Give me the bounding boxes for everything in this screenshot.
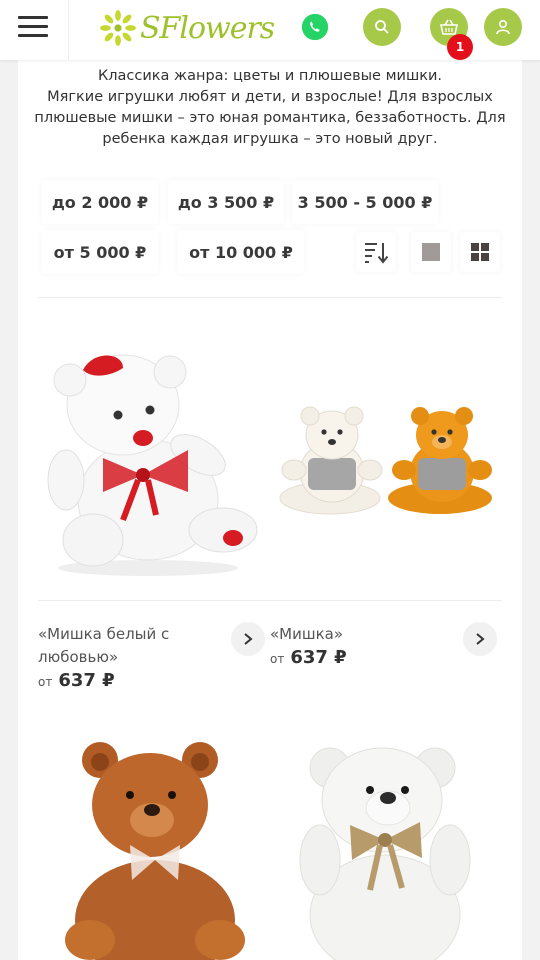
sort-button[interactable]	[356, 232, 396, 272]
product-name[interactable]: «Мишка белый с любовью»	[38, 623, 218, 669]
chevron-right-icon	[244, 633, 253, 645]
whatsapp-icon	[301, 13, 329, 41]
product-image-two-bears[interactable]	[270, 400, 500, 520]
user-icon	[496, 19, 510, 35]
single-view-icon	[422, 243, 440, 261]
filter-under-3500[interactable]: до 3 500 ₽	[168, 180, 284, 224]
page: SFlowers 1 Классика жанра: цветы и плюше…	[0, 0, 540, 960]
cart-count-badge: 1	[447, 34, 473, 60]
filter-over-10000[interactable]: от 10 000 ₽	[178, 230, 304, 274]
view-single-button[interactable]	[411, 232, 451, 272]
menu-icon[interactable]	[18, 16, 48, 40]
logo[interactable]: SFlowers	[100, 8, 275, 48]
header-divider	[68, 0, 69, 60]
price-prefix: от	[38, 675, 53, 689]
whatsapp-button[interactable]	[296, 8, 334, 46]
filter-under-2000[interactable]: до 2 000 ₽	[42, 180, 158, 224]
basket-icon	[440, 19, 458, 35]
sort-icon	[365, 243, 389, 264]
intro-line-2: Мягкие игрушки любят и дети, и взрослые!…	[34, 89, 506, 147]
product-image-white-plush-bear[interactable]	[290, 740, 480, 960]
intro-line-1: Классика жанра: цветы и плюшевые мишки.	[97, 68, 443, 84]
product-name[interactable]: «Мишка»	[270, 623, 450, 646]
search-button[interactable]	[363, 8, 401, 46]
category-description: Классика жанра: цветы и плюшевые мишки. …	[34, 66, 506, 150]
flower-logo-icon	[100, 10, 136, 46]
account-button[interactable]	[484, 8, 522, 46]
logo-text: SFlowers	[140, 10, 275, 46]
price-value: 637 ₽	[58, 670, 115, 691]
view-grid-button[interactable]	[460, 232, 500, 272]
filter-3500-5000[interactable]: 3 500 - 5 000 ₽	[292, 180, 438, 224]
product-details-button[interactable]	[463, 622, 497, 656]
grid-view-icon	[471, 243, 489, 261]
filter-over-5000[interactable]: от 5 000 ₽	[42, 230, 158, 274]
left-margin	[0, 60, 18, 960]
product-image-white-bear-love[interactable]	[38, 330, 264, 580]
chevron-right-icon	[476, 633, 485, 645]
divider	[38, 297, 502, 298]
search-icon	[375, 20, 389, 34]
divider	[38, 600, 502, 601]
product-details-button[interactable]	[231, 622, 265, 656]
product-price: от 637 ₽	[270, 647, 347, 668]
right-margin	[522, 60, 540, 960]
price-value: 637 ₽	[290, 647, 347, 668]
product-image-brown-bear[interactable]	[60, 740, 250, 960]
header: SFlowers 1	[0, 0, 540, 60]
product-price: от 637 ₽	[38, 670, 115, 691]
price-prefix: от	[270, 652, 285, 666]
